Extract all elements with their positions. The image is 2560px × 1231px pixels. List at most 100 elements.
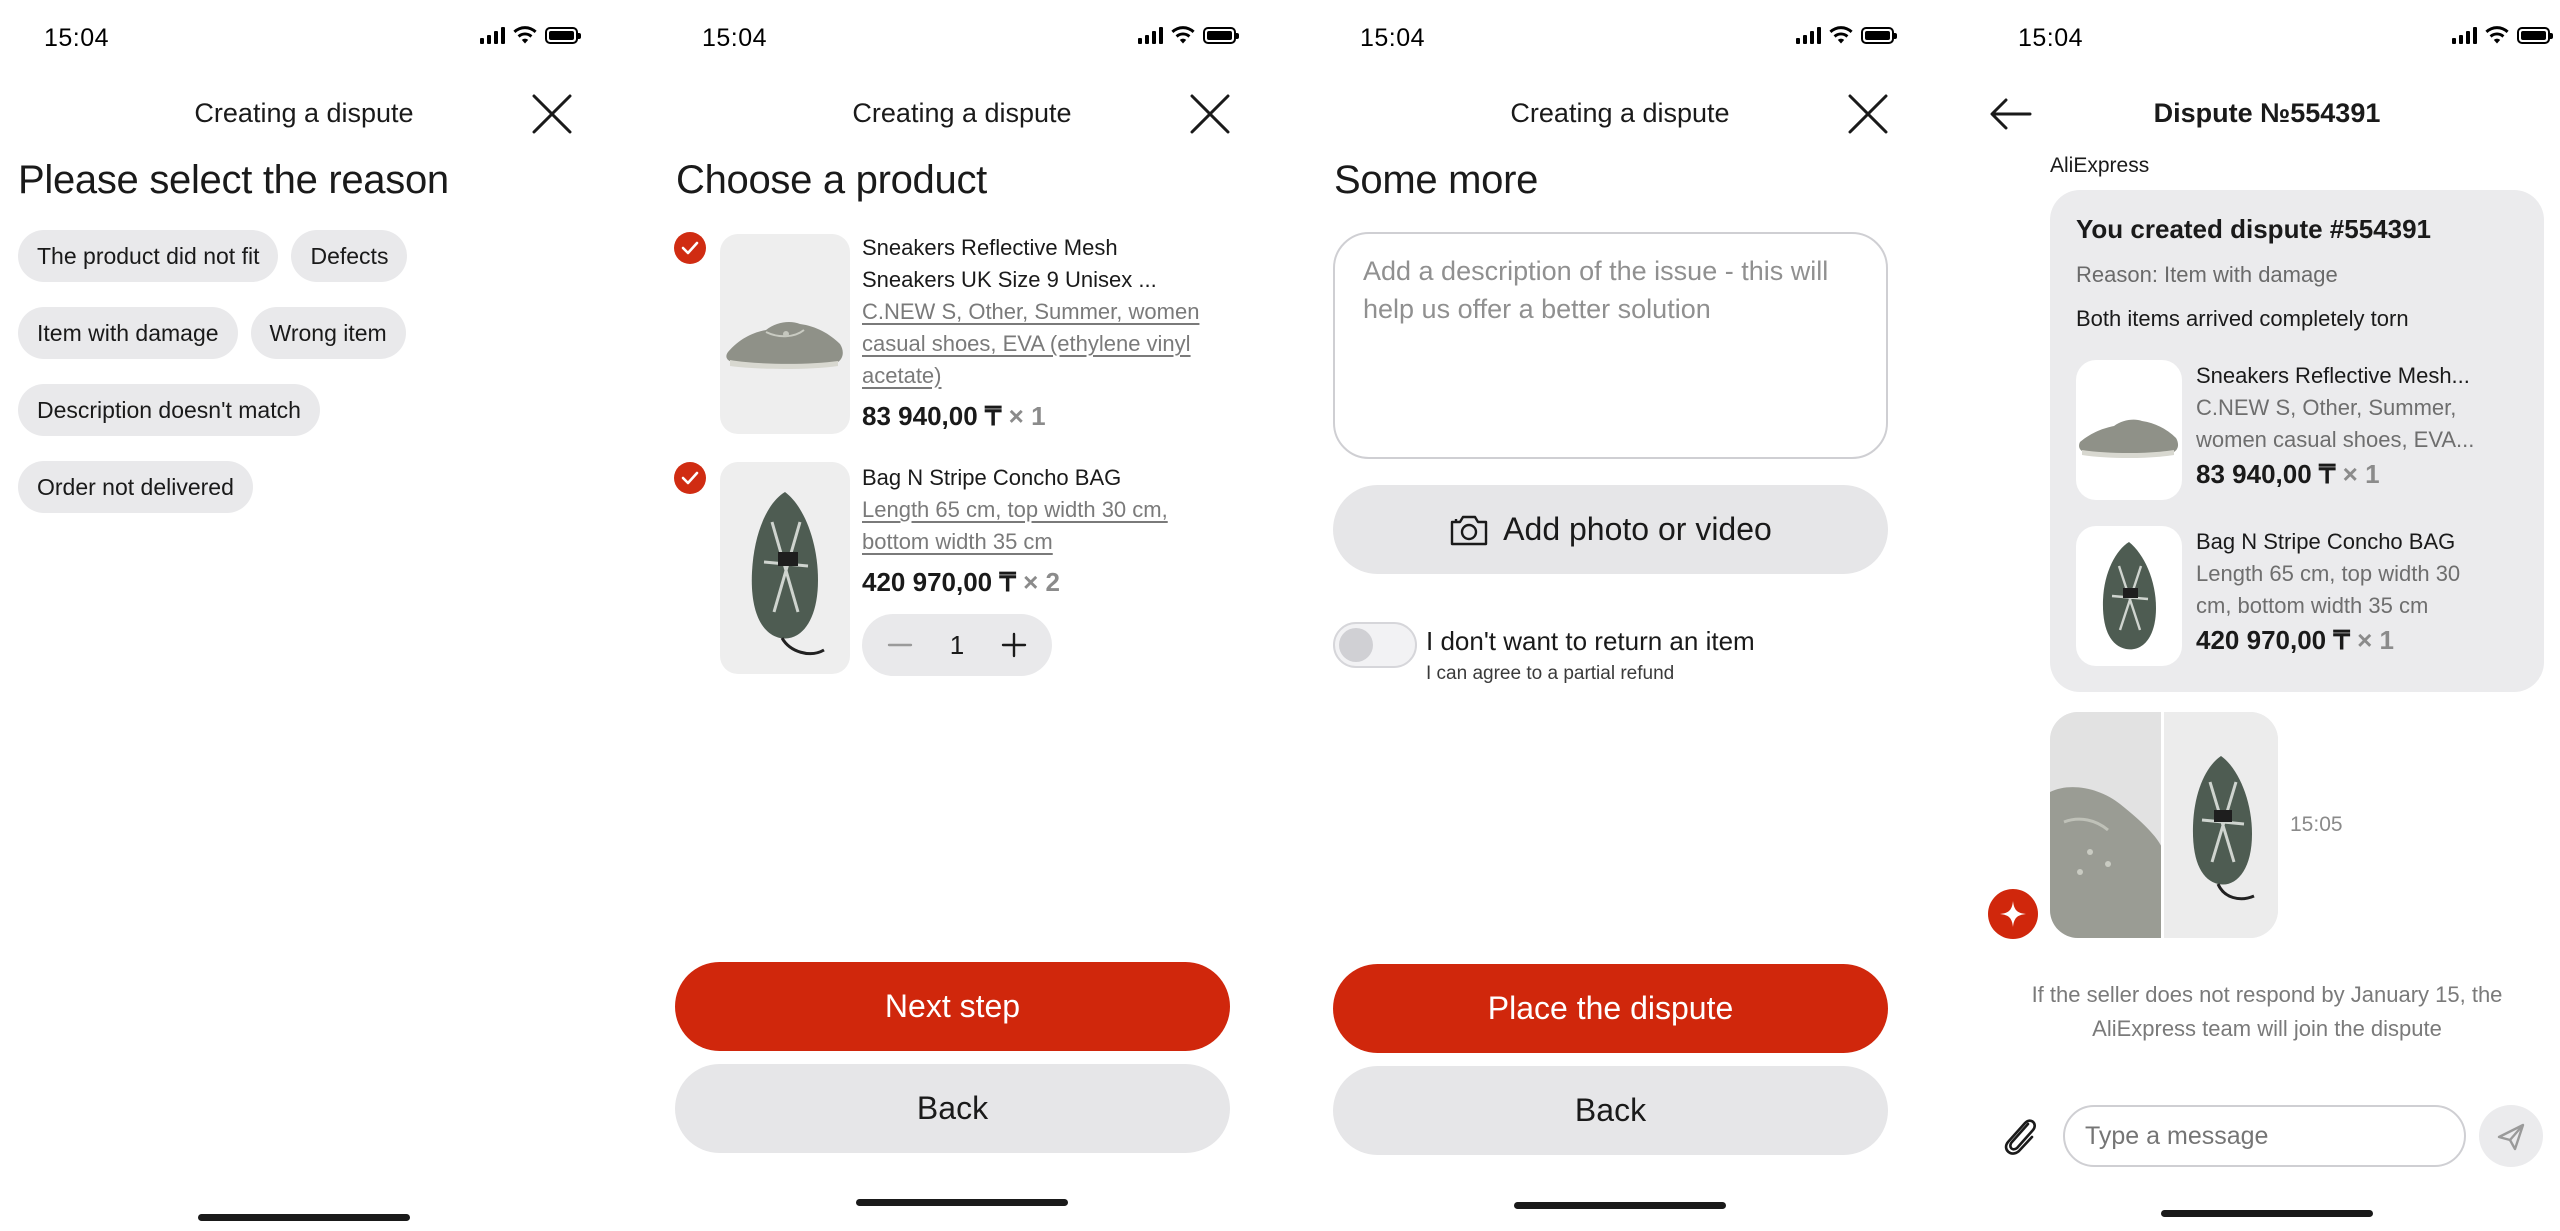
chip-row: Order not delivered [18, 461, 598, 513]
product-quantity: × 2 [1023, 567, 1061, 597]
dispute-message-bubble: You created dispute #554391 Reason: Item… [2050, 190, 2544, 692]
message-item-bag: Bag N Stripe Concho BAG Length 65 cm, to… [2076, 526, 2536, 668]
placeholder-line: help us offer a better solution [1363, 294, 1711, 324]
product-title-line: Sneakers UK Size 9 Unisex ... [862, 267, 1157, 292]
next-step-button[interactable]: Next step [675, 962, 1230, 1051]
media-attachments[interactable] [2050, 712, 2278, 938]
wifi-icon [1171, 26, 1195, 44]
reason-chip-not-delivered[interactable]: Order not delivered [18, 461, 253, 513]
add-photo-label: Add photo or video [1503, 511, 1772, 547]
cellular-signal-icon [2452, 26, 2477, 44]
product-variant-link[interactable]: casual shoes, EVA (ethylene vinyl [862, 328, 1232, 360]
quantity-stepper: 1 [862, 614, 1052, 676]
screen-dispute-chat: 15:04 Dispute №554391 AliExpress You cre… [1974, 0, 2560, 1231]
wifi-icon [1829, 26, 1853, 44]
message-sender: AliExpress [2050, 154, 2150, 177]
product-price: 83 940,00 ₸ [862, 401, 1002, 431]
message-description: Both items arrived completely torn [2076, 306, 2409, 331]
message-title: You created dispute #554391 [2076, 214, 2432, 244]
attachment-photo-bag[interactable] [2164, 712, 2278, 938]
screen-select-reason: 15:04 Creating a dispute Please select t… [0, 0, 608, 1231]
item-price-row: 420 970,00 ₸ × 1 [2196, 624, 2526, 656]
back-button[interactable]: Back [675, 1064, 1230, 1153]
send-icon [2497, 1123, 2525, 1151]
product-title-line: Bag N Stripe Concho BAG [862, 465, 1122, 490]
issue-description-field[interactable]: Add a description of the issue - this wi… [1333, 232, 1888, 459]
no-return-toggle[interactable] [1333, 622, 1417, 668]
cellular-signal-icon [480, 26, 505, 44]
quantity-value: 1 [949, 629, 965, 660]
reason-chip-item-with-damage[interactable]: Item with damage [18, 307, 238, 359]
toggle-sublabel: I can agree to a partial refund [1426, 663, 1675, 684]
notice-line: If the seller does not respond by Januar… [2031, 982, 2503, 1007]
product-image-bag [720, 462, 850, 674]
item-quantity: × 1 [2342, 459, 2380, 489]
battery-icon [545, 26, 581, 44]
status-time: 15:04 [2018, 24, 2084, 52]
page-title: Please select the reason [18, 158, 449, 202]
notice-line: AliExpress team will join the dispute [2092, 1016, 2442, 1041]
product-item-bag: Bag N Stripe Concho BAG Length 65 cm, to… [674, 462, 1254, 682]
attachment-photo-sneakers[interactable] [2050, 712, 2164, 938]
chip-row: Item with damage Wrong item [18, 307, 598, 359]
battery-icon [1861, 26, 1897, 44]
battery-icon [2517, 26, 2553, 44]
item-info: Bag N Stripe Concho BAG Length 65 cm, to… [2196, 526, 2526, 656]
product-price-row: 83 940,00 ₸ × 1 [862, 400, 1232, 432]
item-quantity: × 1 [2357, 625, 2395, 655]
close-icon[interactable] [1846, 92, 1890, 136]
minus-icon[interactable] [886, 631, 914, 659]
checkbox-checked-icon[interactable] [674, 462, 706, 494]
place-dispute-button[interactable]: Place the dispute [1333, 964, 1888, 1053]
home-indicator [198, 1214, 410, 1221]
plus-icon[interactable] [1000, 631, 1028, 659]
home-indicator [2161, 1210, 2373, 1217]
status-time: 15:04 [44, 24, 110, 52]
screen-choose-product: 15:04 Creating a dispute Choose a produc… [658, 0, 1266, 1231]
message-input[interactable] [2063, 1105, 2466, 1167]
wifi-icon [513, 26, 537, 44]
back-button[interactable]: Back [1333, 1066, 1888, 1155]
status-icons [1796, 26, 1897, 44]
placeholder-line: Add a description of the issue - this wi… [1363, 256, 1829, 286]
cellular-signal-icon [1796, 26, 1821, 44]
item-variant: women casual shoes, EVA... [2196, 427, 2475, 452]
item-price-row: 83 940,00 ₸ × 1 [2196, 458, 2526, 490]
page-title: Choose a product [676, 158, 987, 202]
close-icon[interactable] [1188, 92, 1232, 136]
reason-chip-wrong-item[interactable]: Wrong item [250, 307, 406, 359]
close-icon[interactable] [530, 92, 574, 136]
checkbox-checked-icon[interactable] [674, 232, 706, 264]
add-photo-video-button[interactable]: Add photo or video [1333, 485, 1888, 574]
header-title: Creating a dispute [194, 98, 414, 128]
aliexpress-avatar [1988, 889, 2038, 939]
status-icons [480, 26, 581, 44]
product-variant-link[interactable]: acetate) [862, 360, 1232, 392]
wifi-icon [2485, 26, 2509, 44]
product-price-row: 420 970,00 ₸ × 2 [862, 566, 1232, 598]
status-time: 15:04 [702, 24, 768, 52]
product-price: 420 970,00 ₸ [862, 567, 1016, 597]
product-variant-link[interactable]: C.NEW S, Other, Summer, women [862, 296, 1232, 328]
status-time: 15:04 [1360, 24, 1426, 52]
product-variant-link[interactable]: Length 65 cm, top width 30 cm, [862, 494, 1232, 526]
send-button[interactable] [2479, 1105, 2543, 1167]
reason-chip-defects[interactable]: Defects [291, 230, 408, 282]
item-price: 83 940,00 ₸ [2196, 459, 2336, 489]
product-info: Sneakers Reflective Mesh Sneakers UK Siz… [862, 232, 1232, 432]
item-variant: cm, bottom width 35 cm [2196, 593, 2429, 618]
item-image-bag [2076, 526, 2182, 666]
reason-chip-did-not-fit[interactable]: The product did not fit [18, 230, 279, 282]
header-title: Dispute №554391 [2153, 98, 2381, 128]
screen-some-more: 15:04 Creating a dispute Some more Add a… [1316, 0, 1924, 1231]
status-icons [1138, 26, 1239, 44]
header-title: Creating a dispute [1510, 98, 1730, 128]
cellular-signal-icon [1138, 26, 1163, 44]
reason-chip-description-mismatch[interactable]: Description doesn't match [18, 384, 320, 436]
product-variant-link[interactable]: bottom width 35 cm [862, 526, 1232, 558]
message-timestamp: 15:05 [2290, 813, 2343, 836]
app-stage: 15:04 Creating a dispute Please select t… [0, 0, 2560, 1231]
product-title-line: Sneakers Reflective Mesh [862, 235, 1118, 260]
paperclip-icon[interactable] [1998, 1112, 2042, 1156]
product-image-sneakers [720, 234, 850, 434]
